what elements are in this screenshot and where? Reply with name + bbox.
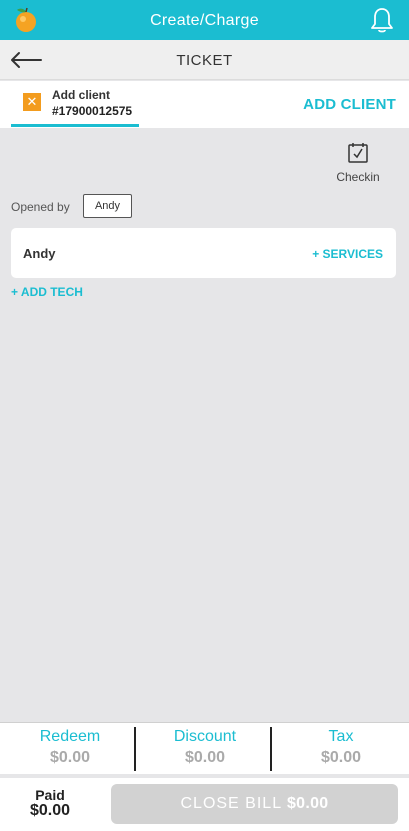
app-header: Create/Charge [0, 0, 409, 40]
discount-label: Discount [173, 728, 237, 745]
redeem-cell[interactable]: Redeem $0.00 [2, 727, 138, 771]
remove-client-icon[interactable]: ✕ [23, 93, 41, 111]
client-phone[interactable]: #17900012575 [52, 104, 132, 118]
tax-cell[interactable]: Tax $0.00 [273, 727, 409, 771]
client-name[interactable]: Add client [52, 88, 110, 102]
close-bill-label: CLOSE BILL [180, 795, 282, 812]
opened-by-label: Opened by [11, 200, 70, 214]
add-tech-button[interactable]: + ADD TECH [11, 285, 83, 299]
add-services-button[interactable]: + SERVICES [312, 247, 383, 261]
checkin-button[interactable]: Checkin [332, 141, 384, 184]
paid-label: Paid [35, 787, 65, 803]
divider [134, 727, 136, 771]
tax-label: Tax [328, 728, 354, 745]
client-tab-indicator [11, 124, 139, 127]
tax-value: $0.00 [320, 749, 362, 766]
close-bill-button[interactable]: CLOSE BILL $0.00 [111, 784, 398, 824]
bell-icon[interactable] [369, 6, 395, 34]
client-bar: ✕ Add client #17900012575 ADD CLIENT [0, 81, 409, 128]
tech-name[interactable]: Andy [23, 246, 56, 261]
redeem-label: Redeem [39, 728, 101, 745]
opened-by-select[interactable]: Andy [83, 194, 132, 218]
totals-bar: Redeem $0.00 Discount $0.00 Tax $0.00 [0, 722, 409, 774]
header-title: Create/Charge [150, 12, 259, 29]
tech-card: Andy + SERVICES [11, 228, 396, 278]
redeem-value: $0.00 [49, 749, 91, 766]
divider [270, 727, 272, 771]
discount-value: $0.00 [184, 749, 226, 766]
add-client-button[interactable]: ADD CLIENT [303, 96, 396, 113]
paid-value: $0.00 [29, 802, 71, 819]
checkin-label: Checkin [336, 170, 380, 184]
page-title: TICKET [176, 52, 233, 69]
discount-cell[interactable]: Discount $0.00 [137, 727, 273, 771]
calendar-check-icon [348, 143, 368, 163]
ticket-bar: TICKET [0, 40, 409, 80]
close-bill-amount: $0.00 [286, 795, 329, 812]
footer-bar: Paid $0.00 CLOSE BILL $0.00 [0, 778, 409, 831]
